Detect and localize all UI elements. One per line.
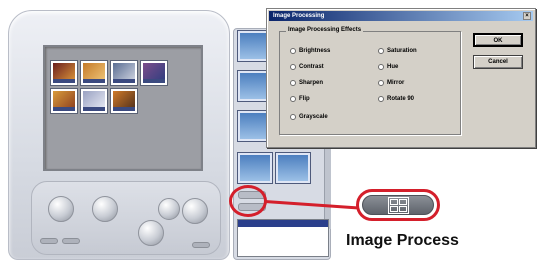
effect-option-label: Flip <box>299 96 310 102</box>
radio-button-icon[interactable] <box>378 48 384 54</box>
thumbnail-caption-bar <box>83 79 105 83</box>
round-control-button[interactable] <box>138 220 164 246</box>
effect-option-label: Rotate 90 <box>387 96 415 102</box>
effects-group-title: Image Processing Effects <box>286 27 364 33</box>
effect-option-brightness[interactable]: Brightness <box>290 48 330 54</box>
radio-button-icon[interactable] <box>290 64 296 70</box>
radio-button-icon[interactable] <box>290 80 296 86</box>
effects-group-box: Image Processing Effects Brightness Cont… <box>279 27 461 135</box>
file-list-selected-row[interactable] <box>238 220 328 227</box>
thumbnail-caption-bar <box>113 107 135 111</box>
image-process-callout <box>356 189 440 221</box>
thumbnail-caption-bar <box>53 107 75 111</box>
photo-thumbnail[interactable] <box>51 61 77 85</box>
small-control-button[interactable] <box>62 238 80 244</box>
radio-button-icon[interactable] <box>378 96 384 102</box>
image-process-button-enlarged[interactable] <box>362 195 434 215</box>
grid-cell <box>398 205 407 212</box>
effect-option-label: Saturation <box>387 48 417 54</box>
round-control-button[interactable] <box>92 196 118 222</box>
effect-option-label: Mirror <box>387 80 405 86</box>
photo-thumbnail[interactable] <box>81 61 107 85</box>
radio-button-icon[interactable] <box>290 114 296 120</box>
thumbnail-caption-bar <box>83 107 105 111</box>
effect-option-mirror[interactable]: Mirror <box>378 80 404 86</box>
close-icon[interactable]: × <box>523 12 531 20</box>
photo-thumbnail[interactable] <box>141 61 167 85</box>
cancel-button[interactable]: Cancel <box>473 55 523 69</box>
screenshot-stage: Image Processing × Image Processing Effe… <box>0 0 540 266</box>
effect-option-label: Sharpen <box>299 80 324 86</box>
effect-option-label: Hue <box>387 64 399 70</box>
effect-option-contrast[interactable]: Contrast <box>290 64 324 70</box>
round-control-button[interactable] <box>182 198 208 224</box>
effect-option-label: Grayscale <box>299 114 328 120</box>
strip-thumbnail[interactable] <box>276 153 310 183</box>
small-control-button[interactable] <box>192 242 210 248</box>
radio-button-icon[interactable] <box>378 64 384 70</box>
highlight-circle <box>229 185 267 217</box>
photo-preview-screen <box>43 45 203 171</box>
grid-cell <box>389 205 398 212</box>
effect-option-grayscale[interactable]: Grayscale <box>290 114 328 120</box>
image-process-caption: Image Process <box>346 232 459 249</box>
thumbnail-caption-bar <box>143 79 165 83</box>
round-control-button[interactable] <box>48 196 74 222</box>
camera-app-panel <box>8 10 230 260</box>
effect-option-hue[interactable]: Hue <box>378 64 398 70</box>
grid-icon <box>387 196 409 214</box>
ok-button[interactable]: OK <box>473 33 523 47</box>
radio-button-icon[interactable] <box>378 80 384 86</box>
thumbnail-caption-bar <box>113 79 135 83</box>
effect-option-label: Contrast <box>299 64 324 70</box>
grid-cell <box>389 198 398 205</box>
effect-option-saturation[interactable]: Saturation <box>378 48 417 54</box>
effect-option-label: Brightness <box>299 48 331 54</box>
photo-thumbnail[interactable] <box>111 61 137 85</box>
dialog-title: Image Processing <box>273 13 325 19</box>
grid-cell <box>398 198 407 205</box>
photo-thumbnail[interactable] <box>51 89 77 113</box>
strip-thumbnail[interactable] <box>238 153 272 183</box>
small-control-button[interactable] <box>40 238 58 244</box>
effect-option-rotate-90[interactable]: Rotate 90 <box>378 96 414 102</box>
thumbnail-caption-bar <box>53 79 75 83</box>
photo-thumbnail[interactable] <box>111 89 137 113</box>
dialog-title-bar: Image Processing × <box>269 11 533 21</box>
control-pad <box>31 181 221 255</box>
round-control-button[interactable] <box>158 198 180 220</box>
photo-thumbnail[interactable] <box>81 89 107 113</box>
radio-button-icon[interactable] <box>290 96 296 102</box>
radio-button-icon[interactable] <box>290 48 296 54</box>
effect-option-sharpen[interactable]: Sharpen <box>290 80 323 86</box>
image-processing-dialog: Image Processing × Image Processing Effe… <box>266 8 536 148</box>
effect-option-flip[interactable]: Flip <box>290 96 310 102</box>
file-list-box[interactable] <box>237 219 329 257</box>
